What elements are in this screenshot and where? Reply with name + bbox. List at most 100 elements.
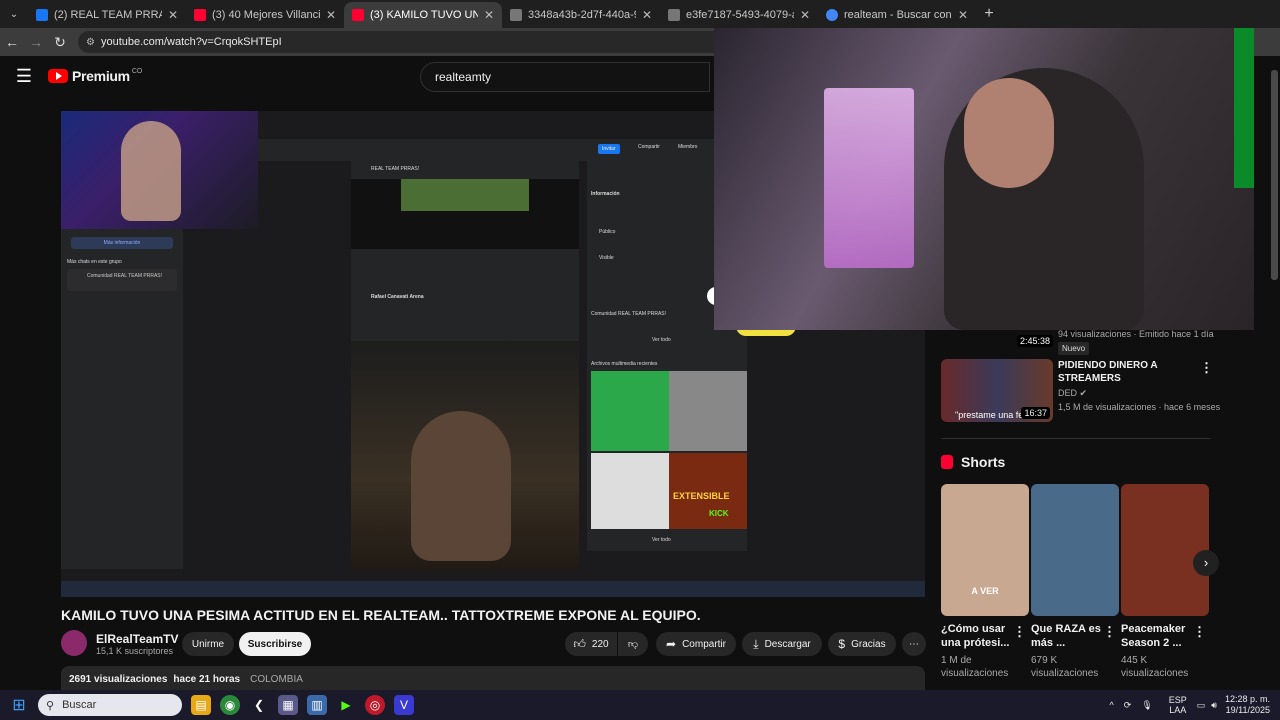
browser-tab-villancicos[interactable]: (3) 40 Mejores Villancicos Navideños ✕ [186, 2, 344, 28]
view-count: 2691 visualizaciones [69, 673, 168, 685]
visible-label: Visible [599, 255, 614, 261]
app-icon[interactable]: ▦ [278, 695, 298, 715]
short-thumbnail[interactable] [1031, 484, 1119, 616]
youtube-play-icon [48, 69, 68, 83]
info-label: Información [591, 191, 620, 197]
more-options-icon[interactable]: ⋮ [1193, 624, 1206, 640]
youtube-premium-logo[interactable]: Premium CO [48, 68, 142, 84]
browser-tab-google[interactable]: realteam - Buscar con Google ✕ [818, 2, 976, 28]
browser-tab-kamilo[interactable]: (3) KAMILO TUVO UNA PESIMA ACTITUD ✕ [344, 2, 502, 28]
like-button[interactable]: 👍︎ 220 [565, 632, 617, 656]
short-title[interactable]: ¿Cómo usar una prótesi... [941, 622, 1021, 650]
recommended-channel[interactable]: DED ✔ [1058, 388, 1087, 399]
post-author: Rafael Canavati Arena [371, 294, 424, 300]
close-tab-icon[interactable]: ✕ [326, 8, 336, 22]
app-icon[interactable]: ▶ [336, 695, 356, 715]
more-options-icon[interactable]: ⋮ [1013, 624, 1026, 640]
calculator-icon[interactable]: ▥ [307, 695, 327, 715]
share-button[interactable]: ➦ Compartir [656, 632, 736, 656]
chrome-icon[interactable]: ◉ [220, 695, 240, 715]
show-hidden-icon[interactable]: ^ [1110, 700, 1114, 710]
menu-icon[interactable]: ☰ [0, 66, 48, 87]
forward-arrow-icon[interactable]: → [24, 34, 48, 50]
hashtag[interactable]: COLOMBIA [250, 674, 303, 685]
new-tab-button[interactable]: + [976, 5, 1002, 23]
close-tab-icon[interactable]: ✕ [642, 8, 652, 22]
captured-taskbar [61, 581, 925, 597]
thumbnail-caption: "prestame una fe" [955, 410, 1027, 420]
group-name: REAL TEAM PRRAS! [371, 166, 420, 172]
close-tab-icon[interactable]: ✕ [484, 8, 494, 22]
see-all-label-2: Ver todo [652, 537, 671, 543]
next-arrow-icon[interactable]: › [1193, 550, 1219, 576]
tab-title: e3fe7187-5493-4079-a6e4-950 [686, 9, 794, 21]
site-info-icon[interactable]: ⚙ [86, 37, 95, 48]
browser-tab-strip: ⌄ (2) REAL TEAM PRRAS! | Facebook ✕ (3) … [0, 0, 1280, 28]
community-label: Comunidad REAL TEAM PRRAS! [591, 311, 667, 317]
app-icon[interactable]: ❮ [249, 695, 269, 715]
tab-title: 3348a43b-2d7f-440a-91b8-6f7 [528, 9, 636, 21]
short-title[interactable]: Peacemaker Season 2 ... [1121, 622, 1201, 650]
globe-icon [510, 9, 522, 21]
channel-avatar[interactable] [61, 630, 87, 656]
shorts-icon [941, 455, 953, 469]
overlay-webcam [714, 28, 1254, 330]
page-scrollbar[interactable] [1271, 70, 1278, 280]
search-input[interactable]: realteamty [420, 62, 710, 92]
short-thumbnail[interactable]: A VER [941, 484, 1029, 616]
join-button[interactable]: Unirme [182, 632, 234, 656]
browser-tab-uuid-2[interactable]: e3fe7187-5493-4079-a6e4-950 ✕ [660, 2, 818, 28]
short-title[interactable]: Que RAZA es más ... [1031, 622, 1111, 650]
recommended-thumbnail[interactable]: "prestame una fe" 16:37 [941, 359, 1053, 422]
volume-icon[interactable]: 🔊︎ [1211, 700, 1217, 711]
share-icon: ➦ [666, 637, 677, 651]
recommended-title[interactable]: PIDIENDO DINERO A STREAMERS [1058, 359, 1198, 385]
youtube-favicon-icon [194, 9, 206, 21]
tab-title: (2) REAL TEAM PRRAS! | Facebook [54, 9, 162, 21]
member-label: Miembro [678, 144, 698, 150]
file-explorer-icon[interactable]: ▤ [191, 695, 211, 715]
sync-icon[interactable]: ⟳ [1124, 700, 1132, 711]
description-box[interactable]: 2691 visualizaciones hace 21 horas COLOM… [61, 666, 925, 692]
vscode-icon[interactable]: V [394, 695, 414, 715]
mic-icon[interactable]: 🎙︎ [1141, 700, 1152, 711]
clock[interactable]: 12:28 p. m. 19/11/2025 [1225, 694, 1270, 716]
recommended-meta: 1,5 M de visualizaciones · hace 6 meses [1058, 402, 1221, 412]
share-label-fb: Compartir [638, 144, 660, 150]
facebook-favicon-icon [36, 9, 48, 21]
tab-title: realteam - Buscar con Google [844, 9, 952, 21]
browser-tab-facebook[interactable]: (2) REAL TEAM PRRAS! | Facebook ✕ [28, 2, 186, 28]
media-label: Archivos multimedia recientes [591, 361, 658, 367]
reload-icon[interactable]: ↻ [48, 34, 72, 51]
more-actions-button[interactable]: ⋯ [902, 632, 926, 656]
network-icon[interactable]: ▭ [1197, 700, 1206, 711]
close-tab-icon[interactable]: ✕ [958, 8, 968, 22]
app-icon[interactable]: ◎ [365, 695, 385, 715]
more-options-icon[interactable]: ⋮ [1200, 360, 1213, 376]
kick-text: KICK [709, 509, 729, 518]
super-thanks-icon: $ [838, 637, 846, 651]
more-options-icon[interactable]: ⋮ [1103, 624, 1116, 640]
dislike-button[interactable]: 👎︎ [618, 632, 648, 656]
tab-title: (3) 40 Mejores Villancicos Navideños [212, 9, 320, 21]
close-tab-icon[interactable]: ✕ [168, 8, 178, 22]
tab-search-button[interactable]: ⌄ [0, 0, 28, 28]
facebook-left-panel: Más información Más chats en este grupo … [61, 229, 183, 569]
language-indicator[interactable]: ESP LAA [1169, 695, 1187, 715]
channel-name[interactable]: ElRealTeamTV [96, 632, 178, 646]
subscribe-button[interactable]: Suscribirse [239, 632, 311, 656]
short-thumbnail[interactable] [1121, 484, 1209, 616]
download-button[interactable]: ⤓ Descargar [742, 632, 822, 656]
close-tab-icon[interactable]: ✕ [800, 8, 810, 22]
short-views: 445 K visualizaciones [1121, 655, 1189, 679]
thanks-button[interactable]: $ Gracias [828, 632, 896, 656]
video-title: KAMILO TUVO UNA PESIMA ACTITUD EN EL REA… [61, 607, 701, 623]
browser-tab-uuid-1[interactable]: 3348a43b-2d7f-440a-91b8-6f7 ✕ [502, 2, 660, 28]
windows-start-icon[interactable]: ⊞ [0, 695, 38, 715]
country-code: CO [131, 67, 143, 75]
thumbs-up-icon: 👍︎ [573, 636, 586, 651]
invite-label: Invitar [598, 144, 620, 154]
taskbar-search[interactable]: ⚲ Buscar [38, 694, 182, 716]
back-arrow-icon[interactable]: ← [0, 34, 24, 50]
streamer-webcam [61, 111, 258, 229]
